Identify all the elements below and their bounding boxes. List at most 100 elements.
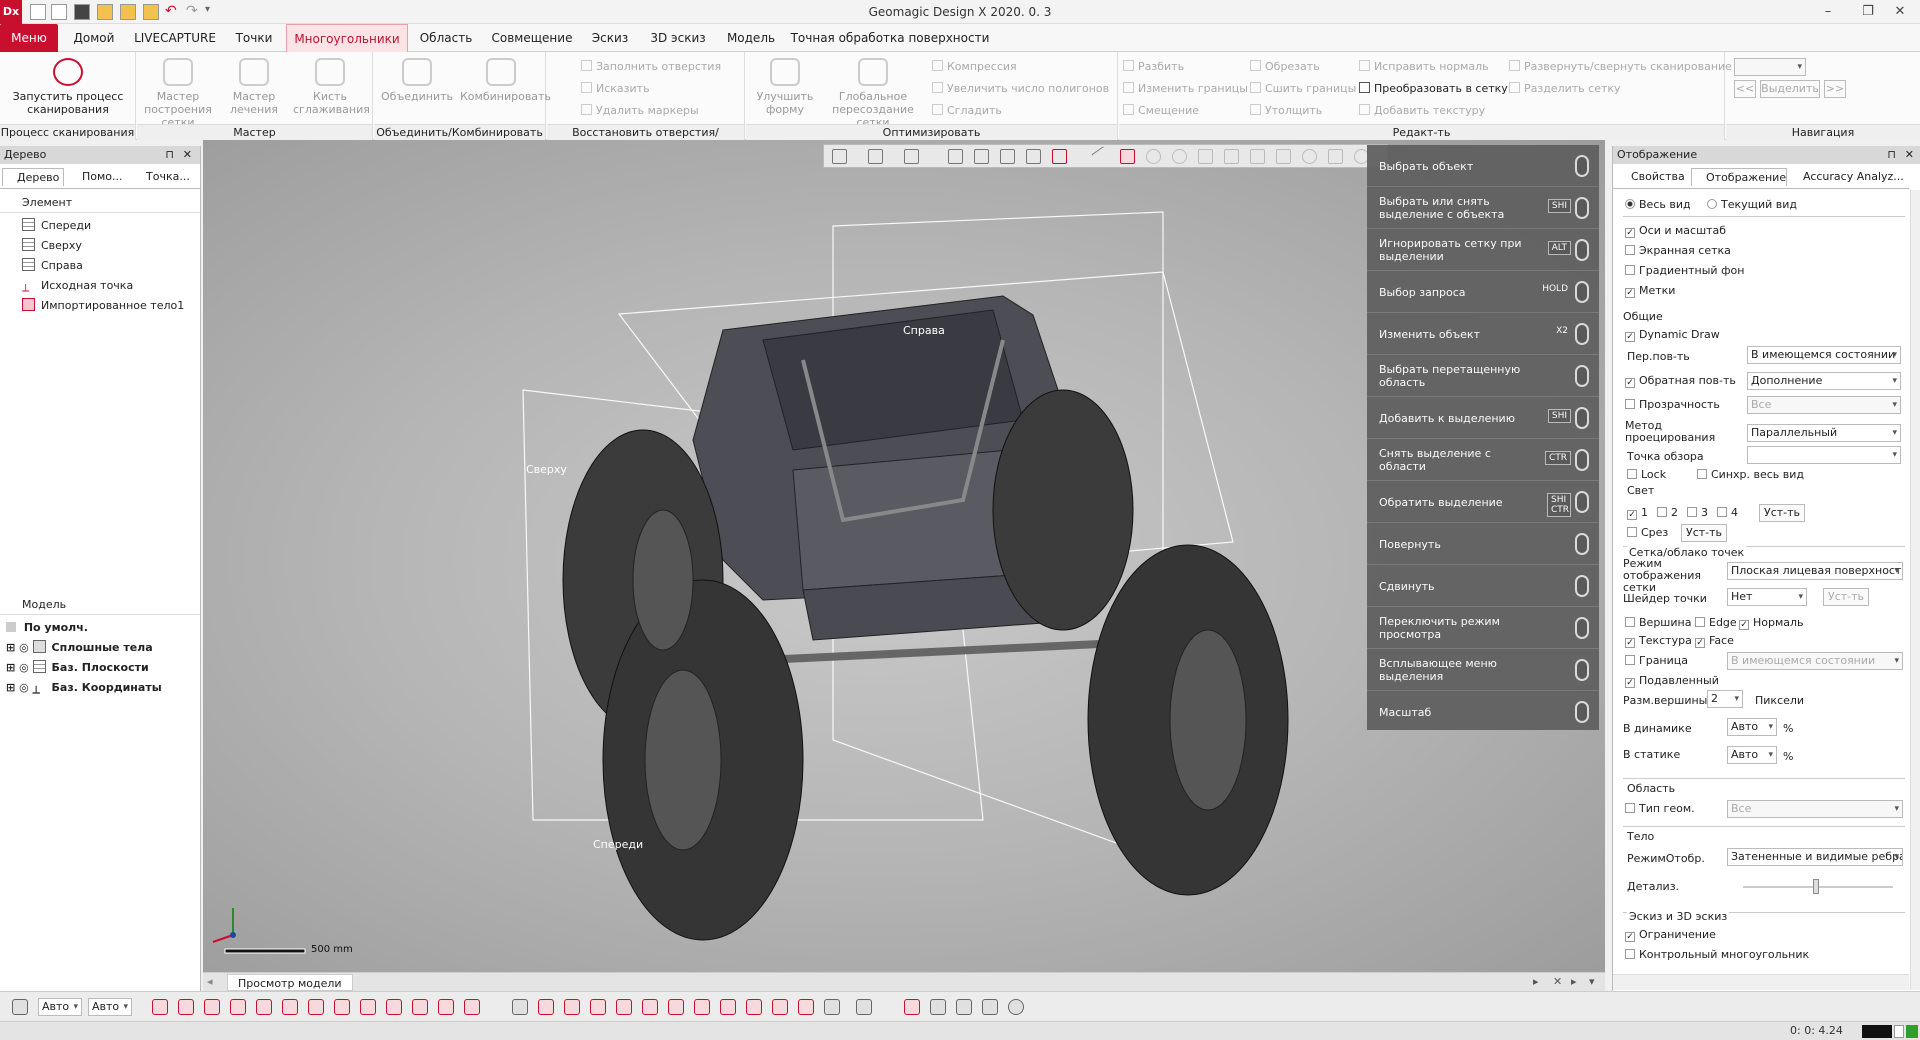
visibility-icon[interactable]: ◎ [19,681,29,694]
measure-icon[interactable] [904,999,920,1015]
offset-button[interactable]: Смещение [1123,102,1199,120]
smooth-button[interactable]: Сгладить [932,102,1002,120]
combine-button[interactable]: Комбинировать [460,58,551,103]
back-face-select[interactable]: Дополнение [1747,372,1901,390]
extend-select-icon[interactable] [1276,149,1291,164]
tab-alignment[interactable]: Совмещение [486,24,578,52]
filter-edge-icon[interactable] [282,999,298,1015]
next-tab-icon[interactable]: ▸ [1571,975,1577,988]
view-mode-5-icon[interactable] [616,999,632,1015]
filter-select-2[interactable]: Авто [88,998,132,1016]
border-select[interactable]: В имеющемся состоянии [1727,652,1903,670]
close-tab-icon[interactable]: ✕ [1553,975,1562,988]
new-file-icon[interactable] [30,4,46,20]
model-item-coords[interactable]: ⊞ ◎ ⟂ Баз. Координаты [6,678,162,698]
vertex-size-select[interactable]: 2 [1707,690,1743,708]
light-1-checkbox[interactable]: 1 [1627,506,1648,520]
point-shader-set-button[interactable]: Уст-ть [1823,588,1869,606]
view-mode-4-icon[interactable] [590,999,606,1015]
global-remesh-button[interactable]: Глобальное пересоздание сетки [824,58,922,129]
view-all-radio[interactable]: Весь вид [1625,198,1691,211]
tab-menu[interactable]: Меню [0,24,58,52]
stitch-boundaries-button[interactable]: Сшить границы [1250,80,1356,98]
filter-plane-icon[interactable] [360,999,376,1015]
light-4-checkbox[interactable]: 4 [1717,506,1738,519]
close-icon[interactable]: ✕ [183,146,192,164]
connected-select-icon[interactable] [1328,149,1343,164]
expand-icon[interactable]: ⊞ [6,641,15,654]
tab-home[interactable]: Домой [66,24,122,52]
light-3-checkbox[interactable]: 3 [1687,506,1708,519]
filter-point-icon[interactable] [334,999,350,1015]
tree-item-top[interactable]: Сверху [22,236,82,256]
tab-point[interactable]: Точка... [132,168,198,186]
tab-accuracy[interactable]: Accuracy Analyz... [1789,168,1917,186]
circle-select-icon[interactable] [1146,149,1161,164]
filter-sketch-icon[interactable] [438,999,454,1015]
tab-list-icon[interactable]: ▾ [1589,975,1595,988]
close-icon[interactable]: ✕ [1905,146,1914,164]
filter-select-1[interactable]: Авто [38,998,82,1016]
labels-checkbox[interactable]: Метки [1625,284,1675,298]
thicken-button[interactable]: Утолщить [1250,102,1322,120]
selection-filter-icon[interactable] [12,999,28,1015]
split-mesh-button[interactable]: Разделить сетку [1509,80,1621,98]
tab-livecapture[interactable]: LIVECAPTURE [131,24,219,52]
merge-button[interactable]: Объединить [380,58,454,103]
side-view-icon[interactable] [1026,149,1041,164]
recent-icon[interactable] [143,4,159,20]
view-mode-2-icon[interactable] [538,999,554,1015]
light-set-button[interactable]: Уст-ть [1759,504,1805,522]
view-mode-11-icon[interactable] [772,999,788,1015]
filter-mesh-icon[interactable] [204,999,220,1015]
convert-to-mesh-button[interactable]: Преобразовать в сетку [1359,80,1508,98]
globe-select-icon[interactable] [1302,149,1317,164]
detail-slider-handle[interactable] [1813,879,1819,894]
display-options-icon[interactable] [856,999,872,1015]
pin-icon[interactable]: ⊓ [165,146,174,164]
scroll-right-icon[interactable]: ▸ [1533,975,1539,988]
increase-polygons-button[interactable]: Увеличить число полигонов [932,80,1109,98]
paint-select-icon[interactable] [1250,149,1265,164]
transparency-select[interactable]: Все [1747,396,1901,414]
light-2-checkbox[interactable]: 2 [1657,506,1678,519]
redo-icon[interactable]: ↷ [186,3,198,19]
display-mode-select[interactable]: Затененные и видимые ребра [1727,848,1903,866]
axes-checkbox[interactable]: Оси и масштаб [1625,224,1726,238]
section-icon[interactable] [956,999,972,1015]
save-icon[interactable] [74,4,90,20]
line-select-icon[interactable] [1091,146,1112,167]
tree-item-front[interactable]: Спереди [22,216,91,236]
export-icon[interactable] [120,4,136,20]
tree-item-right[interactable]: Справа [22,256,83,276]
view-mode-13-icon[interactable] [824,999,840,1015]
edit-boundaries-button[interactable]: Изменить границы [1123,80,1248,98]
open-folder-icon[interactable] [97,4,113,20]
tab-region[interactable]: Область [414,24,478,52]
view-mode-1-icon[interactable] [512,999,528,1015]
comment-icon[interactable] [1008,999,1024,1015]
geom-type-select[interactable]: Все [1727,800,1903,818]
tab-points[interactable]: Точки [228,24,280,52]
tab-exact-surfacing[interactable]: Точная обработка поверхности [790,24,990,52]
tab-sketch[interactable]: Эскиз [586,24,634,52]
back-face-checkbox[interactable]: Обратная пов-ть [1625,374,1736,388]
view-mode-8-icon[interactable] [694,999,710,1015]
constraint-checkbox[interactable]: Ограничение [1625,928,1716,942]
polygon-select-icon[interactable] [1172,149,1187,164]
smoothing-brush-button[interactable]: Кисть сглаживания [293,58,370,116]
iso-view-icon[interactable] [974,149,989,164]
view-mode-6-icon[interactable] [642,999,658,1015]
view-mode-7-icon[interactable] [668,999,684,1015]
quick-access-dropdown-icon[interactable]: ▾ [205,4,210,15]
split-button[interactable]: Разбить [1123,58,1184,76]
current-view-radio[interactable]: Текущий вид [1707,198,1797,211]
model-item-planes[interactable]: ⊞ ◎ Баз. Плоскости [6,658,149,678]
visibility-icon[interactable]: ◎ [19,641,29,654]
normal-checkbox[interactable]: Нормаль [1739,616,1804,630]
scroll-left-icon[interactable]: ◂ [207,975,213,988]
unwrap-scan-button[interactable]: Развернуть/свернуть сканирование [1509,58,1732,76]
tree-item-origin[interactable]: ⟂ Исходная точка [22,276,133,296]
mesh-build-wizard-button[interactable]: Мастер построения сетки [143,58,213,129]
pin-icon[interactable]: ⊓ [1887,146,1896,164]
